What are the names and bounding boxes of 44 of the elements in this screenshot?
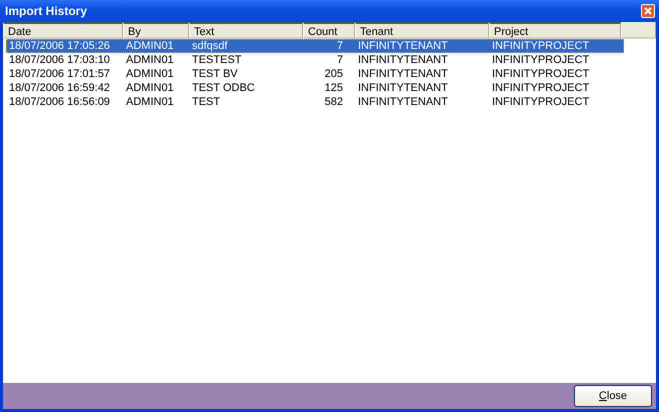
table-cell-text: 7: [336, 39, 344, 53]
table-cell-text: INFINITYTENANT: [357, 39, 449, 53]
table-cell-text: 18/07/2006 16:59:42: [8, 81, 111, 95]
table-row[interactable]: 18/07/2006 17:05:26 ADMIN01 sdfqsdf 7 INFINITYTENANT INFINITYPROJECT: [6, 39, 624, 53]
table-row[interactable]: 18/07/2006 16:59:42 ADMIN01 TEST ODBC 125 INFINITYTENANT INFINITYPROJECT: [6, 81, 624, 95]
table-cell-text: ADMIN01: [125, 53, 175, 67]
table-cell-text: 205: [324, 67, 344, 81]
close-button[interactable]: Close: [574, 385, 652, 407]
table-cell-text: 18/07/2006 17:03:10: [8, 53, 111, 67]
table-cell-text: INFINITYPROJECT: [491, 81, 590, 95]
column-header[interactable]: Count: [303, 22, 355, 39]
table-row[interactable]: 18/07/2006 16:56:09 ADMIN01 TEST 582 INFINITYTENANT INFINITYPROJECT: [6, 95, 624, 109]
table-cell-text: 18/07/2006 16:56:09: [8, 95, 111, 109]
table-cell-text: ADMIN01: [125, 81, 175, 95]
table-cell-text: ADMIN01: [125, 39, 175, 53]
column-header[interactable]: Date: [3, 22, 123, 39]
table-cell-text: 7: [336, 53, 344, 67]
window-title: Import History: [5, 4, 88, 18]
table-cell-text: INFINITYPROJECT: [491, 53, 590, 67]
table-cell-text: INFINITYPROJECT: [491, 67, 590, 81]
table-cell-text: INFINITYTENANT: [357, 53, 449, 67]
column-header[interactable]: Tenant: [355, 22, 489, 39]
table-row[interactable]: 18/07/2006 17:01:57 ADMIN01 TEST BV 205 INFINITYTENANT INFINITYPROJECT: [6, 67, 624, 81]
table-cell-text: INFINITYPROJECT: [491, 39, 590, 53]
column-header[interactable]: Project: [489, 22, 621, 39]
table-cell-text: INFINITYPROJECT: [491, 95, 590, 109]
table-cell-text: sdfqsdf: [191, 39, 228, 53]
table-row[interactable]: 18/07/2006 17:03:10 ADMIN01 TESTEST 7 INFINITYTENANT INFINITYPROJECT: [6, 53, 624, 67]
table-cell-text: 18/07/2006 17:01:57: [8, 67, 111, 81]
table-cell-text: 18/07/2006 17:05:26: [8, 39, 111, 53]
column-header[interactable]: Text: [189, 22, 303, 39]
table-cell-text: TEST BV: [191, 67, 239, 81]
column-header[interactable]: By: [123, 22, 189, 39]
table-cell-text: TEST: [191, 95, 222, 109]
table-cell-text: INFINITYTENANT: [357, 67, 449, 81]
table-cell-text: INFINITYTENANT: [357, 81, 449, 95]
table-cell-text: ADMIN01: [125, 67, 175, 81]
table-cell-text: ADMIN01: [125, 95, 175, 109]
table-cell-text: TESTEST: [191, 53, 243, 67]
table-cell-text: 125: [324, 81, 344, 95]
table-cell-text: TEST ODBC: [191, 81, 256, 95]
table-cell-text: 582: [324, 95, 344, 109]
table-cell-text: INFINITYTENANT: [357, 95, 449, 109]
close-icon[interactable]: [641, 4, 655, 18]
